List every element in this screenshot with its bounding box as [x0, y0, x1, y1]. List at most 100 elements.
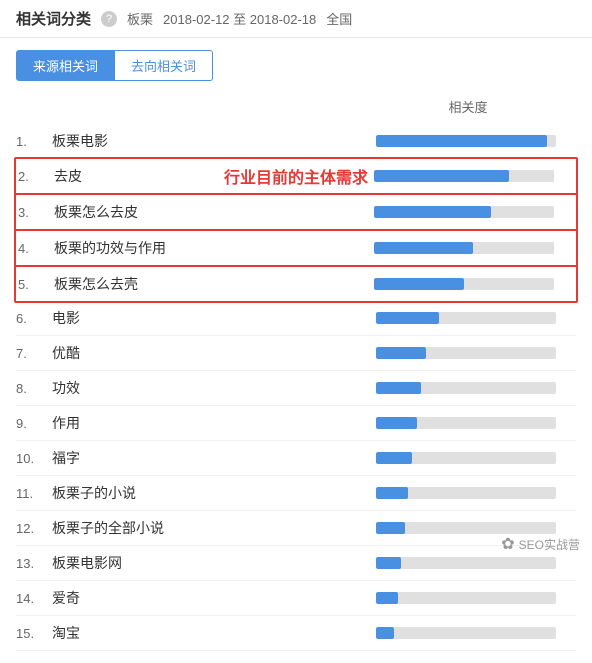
keyword-row: 5.板栗怎么去壳	[14, 265, 578, 303]
header-date-range: 2018-02-12 至 2018-02-18	[163, 9, 316, 28]
keyword-row: 3.板栗怎么去皮	[14, 193, 578, 231]
bar-container	[376, 312, 576, 324]
bar-container	[376, 592, 576, 604]
bar-container	[376, 417, 576, 429]
bar-fill	[376, 557, 401, 569]
bar-fill	[376, 452, 412, 464]
bar-background	[376, 487, 556, 499]
bar-fill	[374, 278, 464, 290]
row-keyword-text: 功效	[52, 378, 376, 398]
row-number: 8.	[16, 381, 52, 396]
keyword-row: 4.板栗的功效与作用	[14, 229, 578, 267]
bar-background	[376, 417, 556, 429]
keyword-row: 8.功效	[16, 371, 576, 406]
bar-container	[376, 452, 576, 464]
keyword-row: 14.爱奇	[16, 581, 576, 616]
bar-container	[376, 382, 576, 394]
row-number: 6.	[16, 311, 52, 326]
row-number: 7.	[16, 346, 52, 361]
row-keyword-text: 电影	[52, 308, 376, 328]
bar-fill	[376, 592, 398, 604]
row-number: 3.	[18, 205, 54, 220]
tab-target[interactable]: 去向相关词	[115, 50, 213, 81]
bar-fill	[376, 347, 426, 359]
bar-fill	[376, 627, 394, 639]
row-number: 11.	[16, 486, 52, 501]
bar-container	[376, 522, 576, 534]
bar-background	[376, 522, 556, 534]
bar-fill	[374, 170, 509, 182]
bar-container	[374, 206, 574, 218]
bar-fill	[376, 417, 417, 429]
header-keyword: 板栗	[127, 9, 153, 28]
row-keyword-text: 板栗怎么去壳	[54, 274, 374, 294]
bar-fill	[376, 487, 408, 499]
keyword-row: 2.去皮行业目前的主体需求	[14, 157, 578, 195]
keyword-row: 11.板栗子的小说	[16, 476, 576, 511]
bar-background	[376, 312, 556, 324]
bar-container	[374, 278, 574, 290]
watermark-icon: ✿	[501, 534, 514, 554]
help-icon[interactable]: ?	[101, 11, 117, 27]
bar-background	[374, 242, 554, 254]
bar-fill	[374, 206, 491, 218]
bar-background	[376, 592, 556, 604]
keyword-list: 1.板栗电影2.去皮行业目前的主体需求3.板栗怎么去皮4.板栗的功效与作用5.板…	[16, 124, 576, 651]
row-keyword-text: 福字	[52, 448, 376, 468]
row-number: 12.	[16, 521, 52, 536]
row-keyword-text: 去皮	[54, 166, 374, 186]
bar-container	[376, 557, 576, 569]
page-header: 相关词分类 ? 板栗 2018-02-12 至 2018-02-18 全国	[0, 0, 592, 38]
bar-background	[376, 452, 556, 464]
header-region: 全国	[326, 9, 352, 28]
row-number: 10.	[16, 451, 52, 466]
bar-container	[376, 135, 576, 147]
row-keyword-text: 板栗子的全部小说	[52, 518, 376, 538]
watermark: ✿ SEO实战营	[501, 534, 580, 554]
keyword-row: 1.板栗电影	[16, 124, 576, 159]
row-number: 2.	[18, 169, 54, 184]
bar-fill	[376, 135, 547, 147]
bar-background	[374, 170, 554, 182]
bar-container	[376, 347, 576, 359]
keyword-row: 10.福字	[16, 441, 576, 476]
keyword-row: 6.电影	[16, 301, 576, 336]
row-keyword-text: 爱奇	[52, 588, 376, 608]
keyword-row: 13.板栗电影网	[16, 546, 576, 581]
row-number: 13.	[16, 556, 52, 571]
bar-background	[376, 382, 556, 394]
keyword-row: 15.淘宝	[16, 616, 576, 651]
keyword-row: 9.作用	[16, 406, 576, 441]
bar-background	[376, 557, 556, 569]
table-header: 相关度	[16, 97, 576, 120]
bar-fill	[376, 382, 421, 394]
row-number: 5.	[18, 277, 54, 292]
bar-container	[376, 487, 576, 499]
relatedness-col-header: 相关度	[368, 97, 568, 116]
main-content: 来源相关词 去向相关词 相关度 1.板栗电影2.去皮行业目前的主体需求3.板栗怎…	[0, 38, 592, 663]
bar-container	[374, 242, 574, 254]
row-keyword-text: 作用	[52, 413, 376, 433]
bar-fill	[376, 522, 405, 534]
row-number: 15.	[16, 626, 52, 641]
row-keyword-text: 板栗怎么去皮	[54, 202, 374, 222]
bar-background	[376, 627, 556, 639]
row-keyword-text: 板栗的功效与作用	[54, 238, 374, 258]
row-keyword-text: 板栗电影	[52, 131, 376, 151]
bar-background	[374, 206, 554, 218]
row-keyword-text: 板栗电影网	[52, 553, 376, 573]
row-number: 14.	[16, 591, 52, 606]
row-keyword-text: 优酷	[52, 343, 376, 363]
tab-group: 来源相关词 去向相关词	[16, 50, 576, 81]
bar-background	[376, 135, 556, 147]
page-title: 相关词分类	[16, 8, 91, 29]
bar-background	[376, 347, 556, 359]
bar-background	[374, 278, 554, 290]
bar-container	[374, 170, 574, 182]
bar-fill	[376, 312, 439, 324]
tab-source[interactable]: 来源相关词	[16, 50, 115, 81]
row-number: 4.	[18, 241, 54, 256]
keyword-row: 12.板栗子的全部小说	[16, 511, 576, 546]
row-keyword-text: 板栗子的小说	[52, 483, 376, 503]
bar-container	[376, 627, 576, 639]
